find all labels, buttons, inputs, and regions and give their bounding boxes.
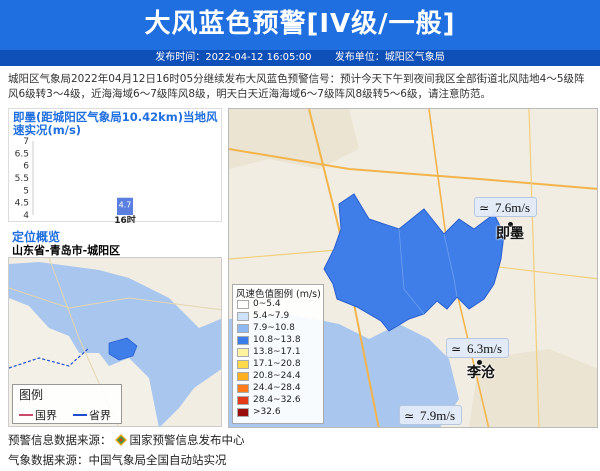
y-tick-label: 4.5 (15, 199, 29, 209)
wind-legend-item: 7.9~10.8 (237, 323, 323, 334)
wind-legend-swatch (237, 360, 249, 369)
wind-icon: ≃ (451, 342, 462, 356)
wind-legend-label: 24.4~28.4 (253, 383, 301, 393)
wind-legend-label: 20.8~24.4 (253, 371, 301, 381)
y-tick-label: 6.5 (15, 149, 29, 159)
urban-area (469, 349, 597, 427)
y-tick-label: 6 (23, 162, 29, 172)
wind-legend-swatch (237, 300, 249, 309)
warning-center-logo-icon (114, 434, 127, 446)
country-border-label: 国界 (35, 409, 57, 422)
wind-legend-swatch (237, 384, 249, 393)
bar-data-label: 4.7 (119, 201, 132, 210)
wind-legend-item: 17.1~20.8 (237, 359, 323, 370)
wind-legend-swatch (237, 348, 249, 357)
warning-header: 大风蓝色预警[IV级/一般] 发布时间：2022-04-12 16:05:00 … (0, 0, 600, 66)
wind-legend-swatch (237, 324, 249, 333)
overview-legend-title: 图例 (19, 388, 44, 402)
wind-legend-swatch (237, 408, 249, 417)
province-border-label: 省界 (89, 409, 111, 422)
wind-legend-label: 0~5.4 (253, 299, 281, 309)
wind-legend-swatch (237, 336, 249, 345)
wind-tag-bottom[interactable]: ≃ 7.9m/s (399, 405, 463, 425)
y-tick-label: 4 (23, 211, 29, 221)
province-border (9, 347, 90, 369)
wind-legend-swatch (237, 396, 249, 405)
wind-speed-chart: 7 6.5 6 5.5 5 4.5 4 4.7 16时 (15, 137, 136, 223)
province-border-swatch (73, 414, 87, 416)
wind-legend-swatch (237, 372, 249, 381)
warning-description: 城阳区气象局2022年04月12日16时05分继续发布大风蓝色预警信号：预计今天… (8, 73, 585, 100)
wind-value: 7.6m/s (495, 200, 531, 215)
city-label-licang: 李沧 (467, 365, 495, 381)
wind-legend-item: 20.8~24.4 (237, 371, 323, 382)
wind-speed-legend: 风速色值图例 (m/s) 0~5.4 5.4~7.9 7.9~10.8 10.8~13… (232, 284, 324, 424)
warning-source-label: 预警信息数据来源： (8, 433, 112, 447)
y-tick-label: 5 (23, 186, 29, 196)
wind-icon: ≃ (404, 409, 415, 423)
wind-chart-title: 即墨(距城阳区气象局10.42km)当地风速实况(m/s) (13, 110, 218, 137)
warning-title: 大风蓝色预警[IV级/一般] (144, 9, 456, 39)
wind-legend-item: >32.6 (237, 407, 323, 418)
wind-legend-item: 0~5.4 (237, 299, 323, 310)
wind-legend-label: 17.1~20.8 (253, 359, 301, 369)
location-name: 山东省-青岛市-城阳区 (12, 244, 121, 257)
wind-legend-label: 10.8~13.8 (253, 335, 301, 345)
publish-info-bar: 发布时间：2022-04-12 16:05:00 发布单位：城阳区气象局 (0, 50, 600, 66)
wind-legend-item: 28.4~32.6 (237, 395, 323, 406)
country-border-swatch (19, 414, 33, 416)
wind-legend-item: 13.8~17.1 (237, 347, 323, 358)
wind-legend-title: 风速色值图例 (m/s) (236, 289, 321, 300)
wind-legend-item: 5.4~7.9 (237, 311, 323, 322)
publish-unit: 发布单位：城阳区气象局 (334, 52, 445, 63)
wind-tag-mid[interactable]: ≃ 6.3m/s (446, 338, 510, 358)
warning-source-line: 预警信息数据来源： 国家预警信息发布中心 (8, 432, 245, 448)
y-tick-label: 5.5 (15, 174, 29, 184)
publish-time: 发布时间：2022-04-12 16:05:00 (155, 52, 312, 63)
wind-legend-label: 5.4~7.9 (253, 311, 290, 321)
wind-legend-label: >32.6 (253, 407, 281, 417)
wind-value: 6.3m/s (467, 341, 503, 356)
wind-tag-jimo[interactable]: ≃ 7.6m/s (474, 197, 538, 217)
city-label-jimo: 即墨 (496, 226, 524, 242)
wind-legend-label: 13.8~17.1 (253, 347, 301, 357)
wind-speed-panel: 即墨(距城阳区气象局10.42km)当地风速实况(m/s) 7 6.5 6 5.5 5 4… (8, 108, 222, 223)
y-tick-label: 7 (23, 137, 29, 147)
wind-value: 7.9m/s (420, 408, 456, 423)
wind-legend-item: 24.4~28.4 (237, 383, 323, 394)
wind-legend-item: 10.8~13.8 (237, 335, 323, 346)
wind-legend-label: 28.4~32.6 (253, 395, 301, 405)
weather-source-line: 气象数据来源：中国气象局全国自动站实况 (8, 453, 227, 467)
wind-icon: ≃ (479, 201, 490, 215)
warning-source-name: 国家预警信息发布中心 (129, 433, 245, 447)
overview-map-legend: 图例 国界 省界 (12, 384, 122, 424)
x-category-label: 16时 (114, 214, 136, 223)
wind-legend-swatch (237, 312, 249, 321)
wind-legend-label: 7.9~10.8 (253, 323, 295, 333)
